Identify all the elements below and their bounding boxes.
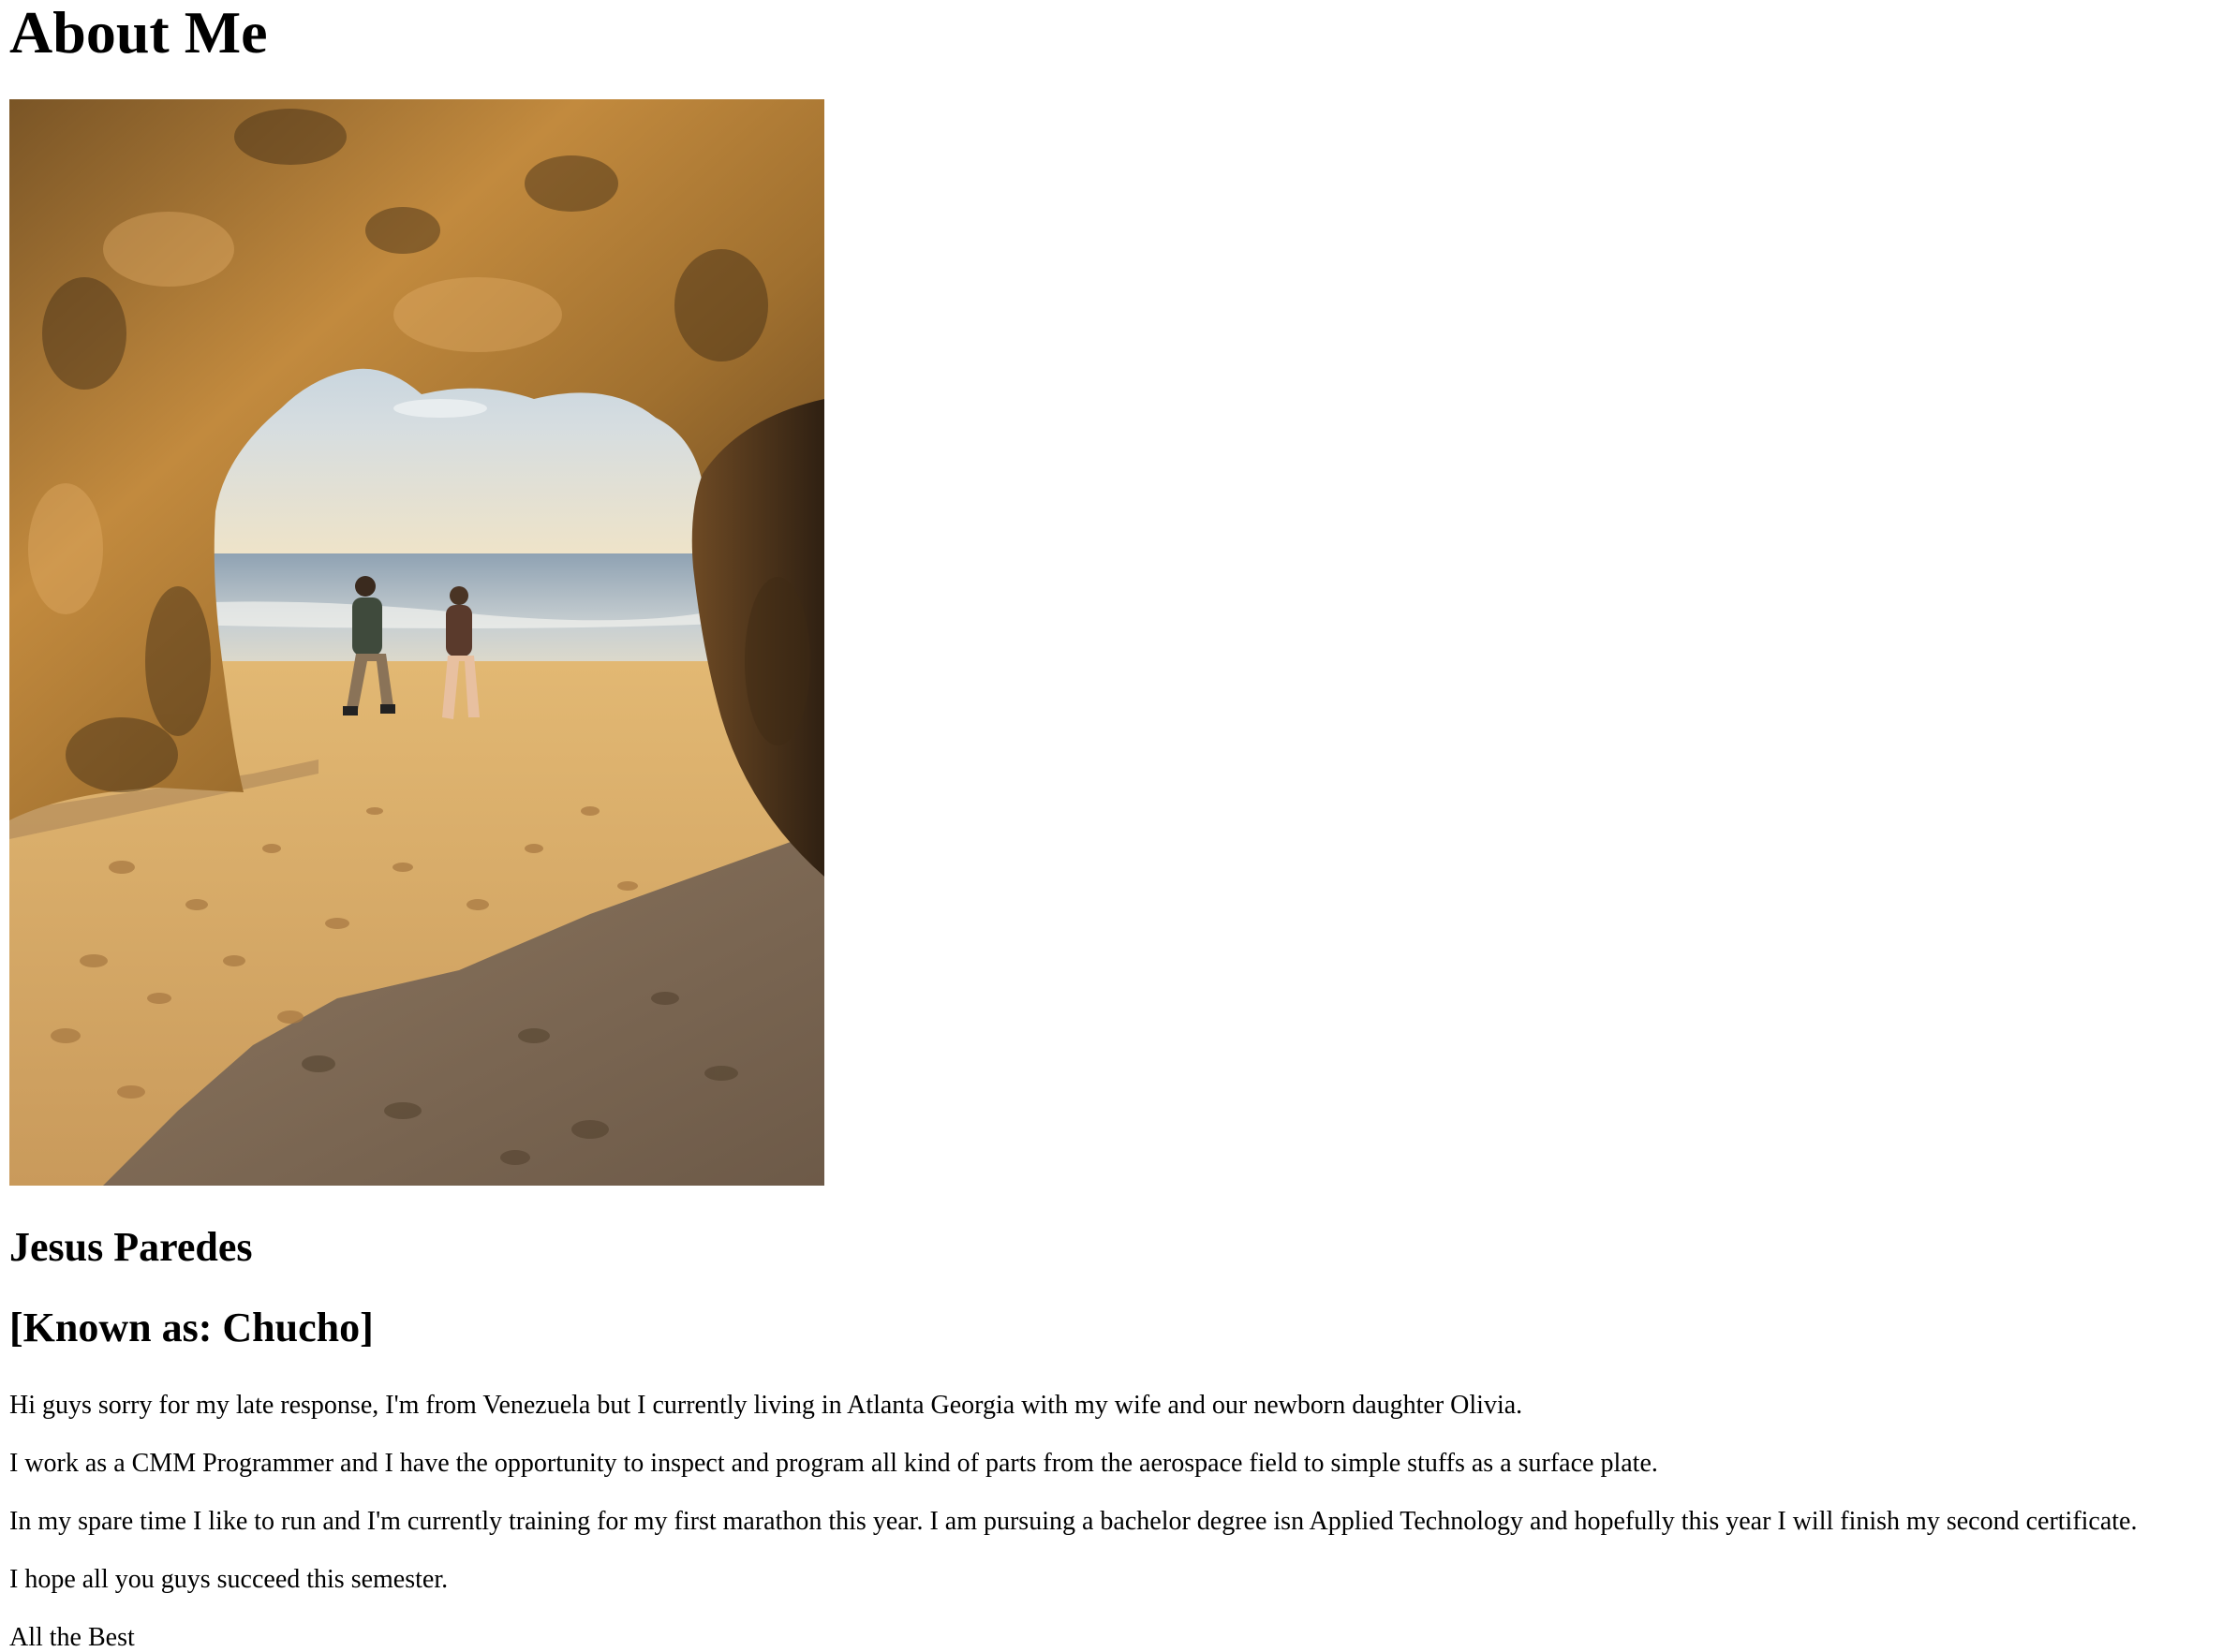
beach-cave-image	[9, 99, 824, 1186]
paragraph-hobbies: In my spare time I like to run and I'm c…	[9, 1507, 2138, 1536]
paragraph-wishes: I hope all you guys succeed this semeste…	[9, 1565, 449, 1594]
paragraph-signoff: All the Best	[9, 1623, 135, 1652]
profile-photo	[9, 99, 824, 1186]
paragraph-intro: Hi guys sorry for my late response, I'm …	[9, 1391, 1523, 1420]
page-title: About Me	[9, 0, 268, 66]
person-nickname: [Known as: Chucho]	[9, 1305, 374, 1350]
paragraph-work: I work as a CMM Programmer and I have th…	[9, 1449, 1658, 1478]
person-name: Jesus Paredes	[9, 1224, 253, 1270]
